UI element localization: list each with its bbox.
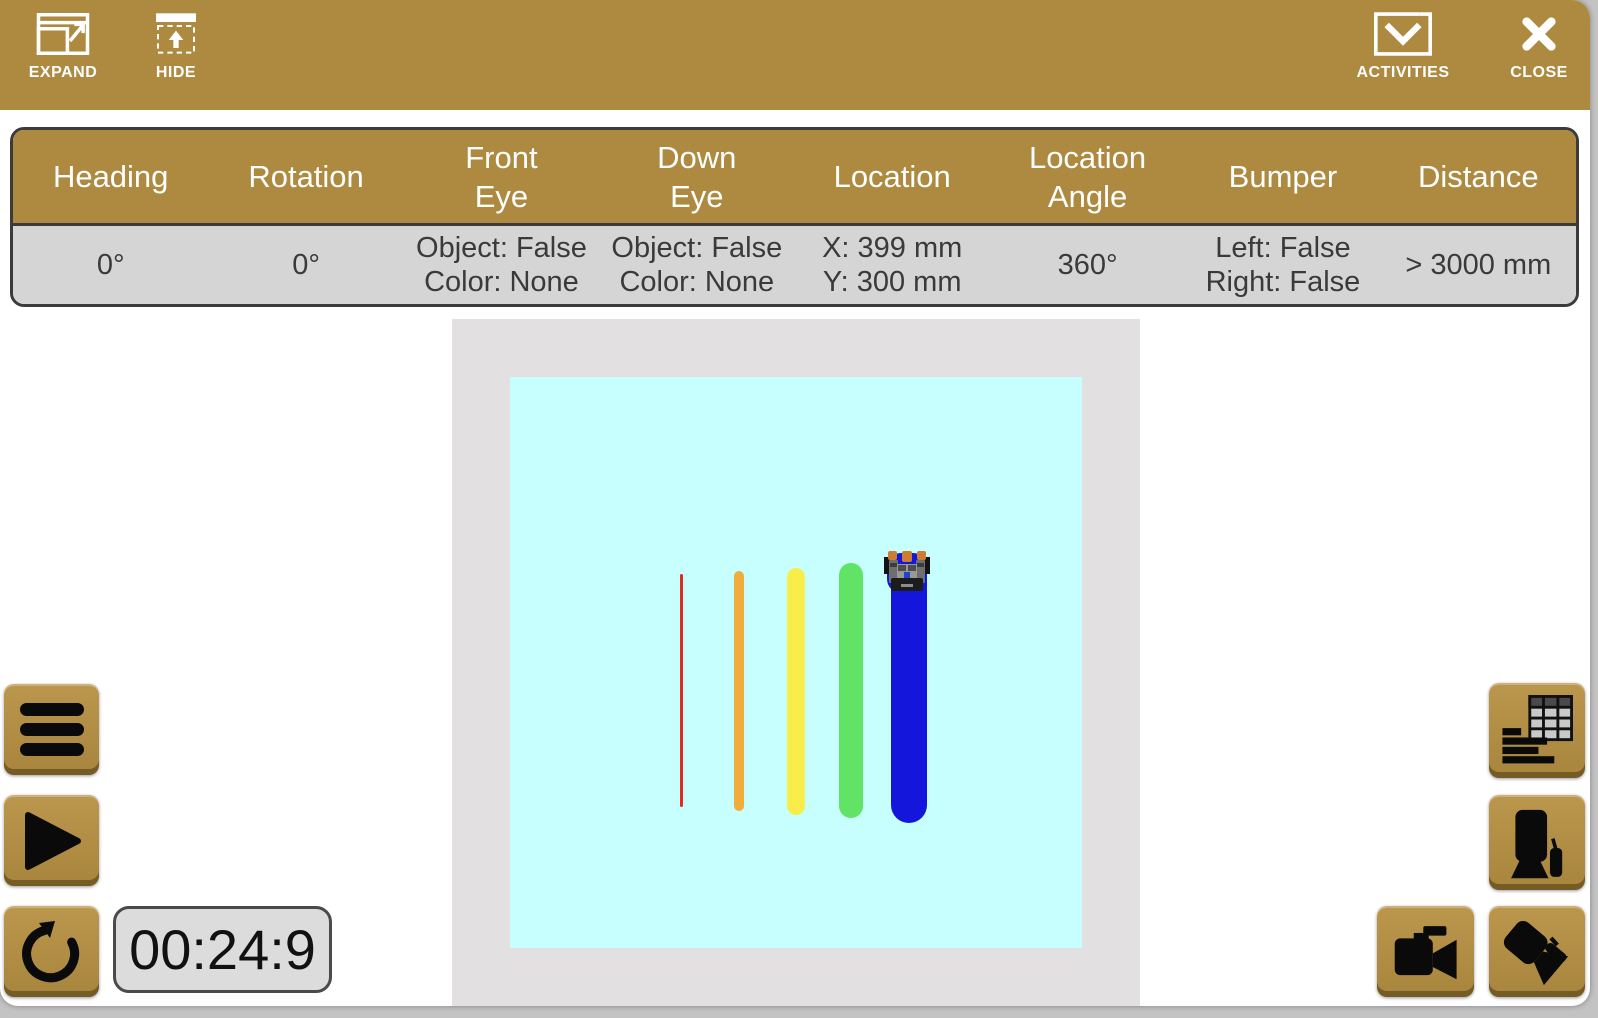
column-header: Location <box>795 130 990 223</box>
hide-label: HIDE <box>156 64 196 82</box>
activities-button[interactable]: ACTIVITIES <box>1334 10 1472 104</box>
sensor-table-header-row: HeadingRotationFrontEyeDownEyeLocationLo… <box>13 130 1576 223</box>
column-header: Distance <box>1381 130 1576 223</box>
follow-camera-button[interactable] <box>1489 795 1585 890</box>
angled-camera-view-button[interactable] <box>1489 906 1585 997</box>
hamburger-icon <box>19 701 85 759</box>
expand-button[interactable]: EXPAND <box>18 10 108 104</box>
simulation-mat <box>510 377 1082 948</box>
video-camera-icon <box>1390 918 1462 986</box>
column-header: Heading <box>13 130 208 223</box>
close-x-icon <box>1520 10 1558 58</box>
column-value: Left: FalseRight: False <box>1185 226 1380 304</box>
green-line <box>839 563 863 818</box>
orange-line <box>734 571 744 811</box>
column-header: DownEye <box>599 130 794 223</box>
video-camera-view-button[interactable] <box>1377 906 1474 997</box>
reset-button[interactable] <box>4 906 99 997</box>
blue-line <box>891 555 927 823</box>
window-expand-icon <box>36 10 90 58</box>
top-toolbar: EXPAND HIDE <box>0 0 1590 110</box>
simulator-window: EXPAND HIDE <box>0 0 1590 1006</box>
activities-checkbox-icon <box>1374 10 1432 58</box>
column-header: Bumper <box>1185 130 1380 223</box>
column-value: 0° <box>208 226 403 304</box>
robot-sprite[interactable] <box>884 551 930 595</box>
app-screen: EXPAND HIDE <box>0 0 1598 1018</box>
camera-stand-pen-icon <box>1501 807 1573 879</box>
timer-display: 00:24:9 <box>113 906 332 993</box>
close-button[interactable]: CLOSE <box>1494 10 1584 104</box>
column-header: FrontEye <box>404 130 599 223</box>
red-line <box>680 574 683 807</box>
column-value: Object: FalseColor: None <box>599 226 794 304</box>
timer-value: 00:24:9 <box>129 917 316 982</box>
activities-label: ACTIVITIES <box>1356 64 1449 82</box>
expand-label: EXPAND <box>29 64 98 82</box>
column-header: LocationAngle <box>990 130 1185 223</box>
column-value: X: 399 mmY: 300 mm <box>795 226 990 304</box>
window-hide-icon <box>156 10 196 58</box>
reset-arrow-icon <box>19 919 85 985</box>
yellow-line <box>787 568 805 815</box>
sensor-data-view-button[interactable] <box>1489 683 1585 778</box>
simulation-area <box>452 319 1140 1006</box>
tilted-video-camera-icon <box>1500 917 1574 987</box>
column-header: Rotation <box>208 130 403 223</box>
play-icon <box>22 810 82 872</box>
close-label: CLOSE <box>1510 64 1568 82</box>
menu-button[interactable] <box>4 684 99 775</box>
sensor-table-value-row: 0°0°Object: FalseColor: NoneObject: Fals… <box>13 223 1576 304</box>
column-value: 0° <box>13 226 208 304</box>
column-value: Object: FalseColor: None <box>404 226 599 304</box>
column-value: 360° <box>990 226 1185 304</box>
hide-button[interactable]: HIDE <box>140 10 212 104</box>
column-value: > 3000 mm <box>1381 226 1576 304</box>
play-button[interactable] <box>4 795 99 886</box>
sensor-readout-table: HeadingRotationFrontEyeDownEyeLocationLo… <box>10 127 1579 307</box>
table-chart-icon <box>1501 695 1573 767</box>
